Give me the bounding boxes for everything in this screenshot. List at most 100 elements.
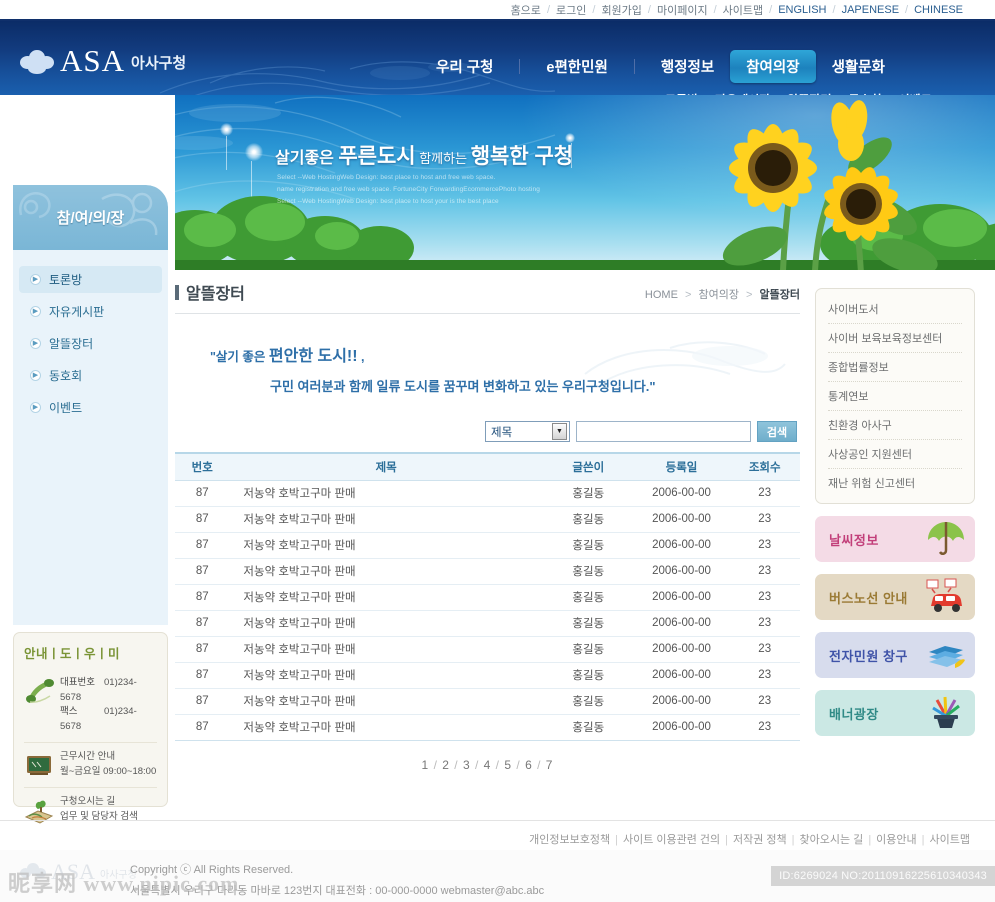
sidebar-item-market[interactable]: ▶ 알뜰장터 (19, 330, 162, 357)
column-header-date[interactable]: 등록일 (633, 452, 730, 481)
table-row[interactable]: 87 저농약 호박고구마 판매 홍길동 2006-00-00 23 (175, 558, 800, 585)
related-link-disaster-report[interactable]: 재난 위험 신고센터 (828, 469, 962, 497)
nav-item-culture[interactable]: 생활문화 (816, 50, 901, 83)
cell-writer: 홍길동 (542, 714, 634, 741)
bullet-icon: ▶ (30, 306, 41, 317)
nav-divider (633, 58, 635, 74)
table-row[interactable]: 87 저농약 호박고구마 판매 홍길동 2006-00-00 23 (175, 610, 800, 637)
related-link-support-center[interactable]: 사상공인 지원센터 (828, 440, 962, 469)
pagination-page-3[interactable]: 3 (463, 758, 471, 772)
banner-bus-routes[interactable]: 버스노선 안내 (815, 574, 975, 620)
topbar-link-sitemap[interactable]: 사이트맵 (723, 2, 763, 18)
cell-hits: 23 (729, 506, 800, 533)
quote-block: "살기 좋은 편안한 도시!! , 구민 여러분과 함께 일류 도시를 꿈꾸며 … (175, 330, 800, 415)
topbar-link-signup[interactable]: 회원가입 (601, 2, 641, 18)
table-row[interactable]: 87 저농약 호박고구마 판매 홍길동 2006-00-00 23 (175, 714, 800, 741)
banner-plaza[interactable]: 배너광장 (815, 690, 975, 736)
banner-weather[interactable]: 날씨정보 (815, 516, 975, 562)
sunflower-illustration (722, 100, 938, 270)
column-header-no[interactable]: 번호 (175, 452, 230, 481)
sidebar-item-freeboard[interactable]: ▶ 자유게시판 (19, 298, 162, 325)
sidebar-item-label: 알뜰장터 (49, 337, 94, 351)
related-link-childcare-info[interactable]: 사이버 보육보육정보센터 (828, 324, 962, 353)
topbar-link-login[interactable]: 로그인 (556, 2, 586, 18)
table-row[interactable]: 87 저농약 호박고구마 판매 홍길동 2006-00-00 23 (175, 688, 800, 715)
cell-subject[interactable]: 저농약 호박고구마 판매 (229, 636, 543, 663)
pagination-page-2[interactable]: 2 (442, 758, 450, 772)
related-link-cyber-library[interactable]: 사이버도서 (828, 295, 962, 324)
topbar-link-home[interactable]: 홈으로 (511, 2, 541, 18)
breadcrumb-home[interactable]: HOME (645, 289, 678, 301)
topbar-link-mypage[interactable]: 마이페이지 (657, 2, 708, 18)
footer-link-1[interactable]: 사이트 이용관련 건의 (623, 834, 720, 846)
search-input[interactable] (576, 421, 751, 442)
pagination: 1 / 2 / 3 / 4 / 5 / 6 / 7 (175, 758, 800, 772)
footer-link-3[interactable]: 찾아오시는 길 (800, 834, 864, 846)
left-navigation: 참/여/의/장 ▶ 토론방 ▶ 자유게시판 ▶ 알뜰장터 ▶ 동호회 ▶ 이벤트 (13, 185, 168, 625)
sidebar-item-discussion[interactable]: ▶ 토론방 (19, 266, 162, 293)
topbar-link-japanese[interactable]: JAPENESE (842, 4, 899, 16)
pagination-page-6[interactable]: 6 (525, 758, 533, 772)
cell-subject[interactable]: 저농약 호박고구마 판매 (229, 688, 543, 715)
cell-subject[interactable]: 저농약 호박고구마 판매 (229, 480, 543, 507)
topbar-link-english[interactable]: ENGLISH (778, 4, 826, 16)
sunflower-head-2 (824, 167, 898, 241)
cell-hits: 23 (729, 558, 800, 585)
cell-hits: 23 (729, 636, 800, 663)
nav-item-participation[interactable]: 참여의장 (730, 49, 816, 83)
cell-hits: 23 (729, 584, 800, 611)
main-navigation: 우리 구청 e편한민원 행정정보 참여의장 생활문화 (420, 49, 980, 83)
cell-subject[interactable]: 저농약 호박고구마 판매 (229, 532, 543, 559)
cell-subject[interactable]: 저농약 호박고구마 판매 (229, 506, 543, 533)
table-row[interactable]: 87 저농약 호박고구마 판매 홍길동 2006-00-00 23 (175, 636, 800, 663)
banner-civil-label: 전자민원 창구 (829, 648, 908, 664)
cell-subject[interactable]: 저농약 호박고구마 판매 (229, 584, 543, 611)
footer-link-0[interactable]: 개인정보보호정책 (529, 834, 610, 846)
topbar-link-chinese[interactable]: CHINESE (914, 4, 963, 16)
footer-link-2[interactable]: 저작권 정책 (733, 834, 787, 846)
nav-item-e-minwon[interactable]: e편한민원 (530, 50, 623, 83)
search-button[interactable]: 검색 (757, 421, 797, 442)
breadcrumb-mid[interactable]: 참여의장 (698, 289, 738, 301)
search-field-select[interactable]: 제목 ▼ (485, 421, 570, 442)
cell-hits: 23 (729, 610, 800, 637)
footer-divider (0, 820, 995, 821)
cell-no: 87 (175, 558, 230, 585)
sidebar-item-club[interactable]: ▶ 동호회 (19, 362, 162, 389)
cell-writer: 홍길동 (542, 610, 634, 637)
table-row[interactable]: 87 저농약 호박고구마 판매 홍길동 2006-00-00 23 (175, 480, 800, 507)
table-row[interactable]: 87 저농약 호박고구마 판매 홍길동 2006-00-00 23 (175, 506, 800, 533)
pagination-page-7[interactable]: 7 (546, 758, 554, 772)
column-header-writer[interactable]: 글쓴이 (542, 452, 634, 481)
table-row[interactable]: 87 저농약 호박고구마 판매 홍길동 2006-00-00 23 (175, 584, 800, 611)
pagination-page-5[interactable]: 5 (504, 758, 512, 772)
site-logo[interactable]: ASA 아사구청 (20, 45, 186, 76)
hero-title: 살기좋은 푸른도시 함께하는 행복한 구청 (275, 140, 573, 170)
cell-subject[interactable]: 저농약 호박고구마 판매 (229, 558, 543, 585)
related-link-statistics[interactable]: 통계연보 (828, 382, 962, 411)
banner-civil-service[interactable]: 전자민원 창구 (815, 632, 975, 678)
cell-date: 2006-00-00 (633, 506, 730, 533)
sidebar-item-label: 이벤트 (49, 401, 83, 415)
cell-subject[interactable]: 저농약 호박고구마 판매 (229, 610, 543, 637)
nav-item-admin-info[interactable]: 행정정보 (645, 50, 730, 83)
footer-link-5[interactable]: 사이트맵 (930, 834, 970, 846)
related-link-eco-asagu[interactable]: 친환경 아사구 (828, 411, 962, 440)
related-links-box: 사이버도서 사이버 보육보육정보센터 종합법률정보 통계연보 친환경 아사구 사… (815, 288, 975, 504)
column-header-subject[interactable]: 제목 (229, 452, 543, 481)
car-icon (926, 578, 962, 612)
cell-subject[interactable]: 저농약 호박고구마 판매 (229, 714, 543, 741)
table-row[interactable]: 87 저농약 호박고구마 판매 홍길동 2006-00-00 23 (175, 662, 800, 689)
umbrella-icon (928, 522, 964, 555)
footer-link-4[interactable]: 이용안내 (876, 834, 916, 846)
sidebar-item-event[interactable]: ▶ 이벤트 (19, 394, 162, 421)
cell-subject[interactable]: 저농약 호박고구마 판매 (229, 662, 543, 689)
column-header-hits[interactable]: 조회수 (729, 452, 800, 481)
sidebar-item-label: 동호회 (49, 369, 83, 383)
topbar-divider: / (905, 3, 909, 16)
nav-item-woori-gucheong[interactable]: 우리 구청 (420, 50, 509, 83)
related-link-legal-info[interactable]: 종합법률정보 (828, 353, 962, 382)
cell-writer: 홍길동 (542, 584, 634, 611)
table-row[interactable]: 87 저농약 호박고구마 판매 홍길동 2006-00-00 23 (175, 532, 800, 559)
quote-line-1: "살기 좋은 편안한 도시!! , (210, 342, 365, 366)
